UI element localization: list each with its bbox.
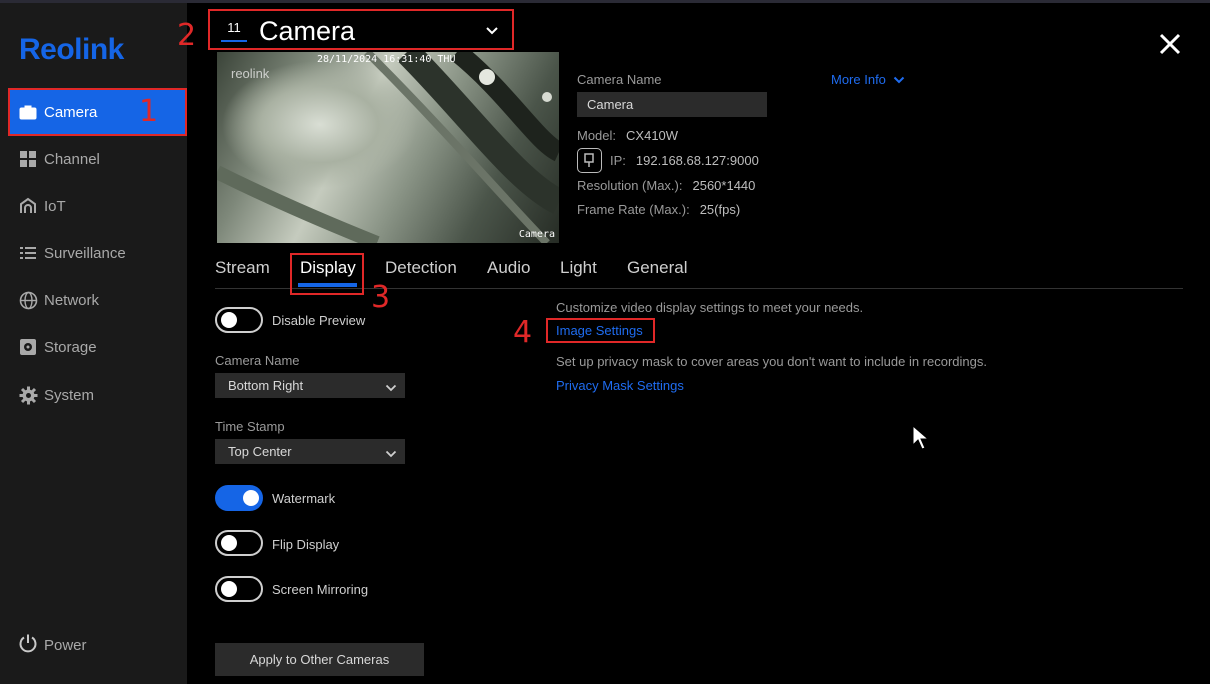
- preview-watermark: reolink: [231, 66, 270, 81]
- ip-row: IP: 192.168.68.127:9000: [610, 153, 759, 168]
- model-row: Model: CX410W: [577, 128, 678, 143]
- sidebar-item-system[interactable]: System: [10, 373, 186, 417]
- resolution-row: Resolution (Max.): 2560*1440: [577, 178, 755, 193]
- model-value: CX410W: [626, 128, 679, 143]
- camera-preview: 28/11/2024 16:31:40 THU reolink Camera: [217, 52, 559, 243]
- sidebar-item-storage[interactable]: Storage: [10, 325, 186, 369]
- storage-icon: [18, 337, 38, 357]
- close-button[interactable]: [1157, 31, 1183, 57]
- home-icon: [18, 196, 38, 216]
- disable-preview-label: Disable Preview: [272, 313, 366, 328]
- camera-name-label: Camera Name: [577, 72, 662, 87]
- select-value: Bottom Right: [228, 378, 304, 393]
- sidebar-item-label: System: [44, 386, 95, 404]
- toggle-knob: [243, 490, 259, 506]
- annotation-number-3: 3: [371, 280, 391, 315]
- resolution-value: 2560*1440: [692, 178, 756, 193]
- flip-display-label: Flip Display: [272, 537, 340, 552]
- toggle-knob: [221, 581, 237, 597]
- screen-mirroring-label: Screen Mirroring: [272, 582, 369, 597]
- power-label: Power: [44, 636, 87, 654]
- sidebar-item-channel[interactable]: Channel: [10, 137, 186, 181]
- model-label: Model:: [577, 128, 617, 143]
- tab-detection[interactable]: Detection: [385, 258, 457, 278]
- sidebar-item-label: IoT: [44, 197, 66, 215]
- sidebar-item-label: Channel: [44, 150, 100, 168]
- sidebar-item-label: Network: [44, 291, 100, 309]
- camera-name-position-select[interactable]: Bottom Right: [215, 373, 405, 398]
- ip-value: 192.168.68.127:9000: [635, 153, 759, 168]
- image-settings-description: Customize video display settings to meet…: [556, 300, 864, 315]
- annotation-number-2: 2: [177, 18, 197, 53]
- flip-display-toggle[interactable]: [215, 530, 263, 556]
- chevron-down-icon: [385, 446, 397, 461]
- power-button[interactable]: Power: [18, 633, 87, 657]
- privacy-mask-settings-link[interactable]: Privacy Mask Settings: [556, 378, 684, 393]
- sidebar-item-network[interactable]: Network: [10, 278, 186, 322]
- disable-preview-toggle[interactable]: [215, 307, 263, 333]
- tab-stream[interactable]: Stream: [215, 258, 270, 278]
- preview-timestamp: 28/11/2024 16:31:40 THU: [317, 54, 456, 65]
- globe-icon: [18, 290, 38, 310]
- annotation-box-4: [546, 318, 655, 343]
- chevron-down-icon: [893, 72, 905, 87]
- framerate-label: Frame Rate (Max.):: [577, 202, 690, 217]
- framerate-value: 25(fps): [699, 202, 741, 217]
- sidebar-item-surveillance[interactable]: Surveillance: [10, 231, 186, 275]
- select-value: Top Center: [228, 444, 292, 459]
- annotation-number-4: 4: [513, 315, 533, 350]
- tab-general[interactable]: General: [627, 258, 687, 278]
- tab-audio[interactable]: Audio: [487, 258, 530, 278]
- time-stamp-select[interactable]: Top Center: [215, 439, 405, 464]
- watermark-toggle[interactable]: [215, 485, 263, 511]
- annotation-box-2: [208, 9, 514, 50]
- tab-light[interactable]: Light: [560, 258, 597, 278]
- toggle-knob: [221, 312, 237, 328]
- camera-name-field[interactable]: Camera: [577, 92, 767, 117]
- apply-to-other-cameras-button[interactable]: Apply to Other Cameras: [215, 643, 424, 676]
- annotation-box-1: [8, 88, 187, 136]
- mouse-cursor-icon: [912, 424, 930, 456]
- ethernet-icon: [577, 148, 602, 173]
- more-info-link[interactable]: More Info: [831, 72, 905, 87]
- ip-label: IP:: [610, 153, 626, 168]
- sidebar-item-iot[interactable]: IoT: [10, 184, 186, 228]
- annotation-number-1: 1: [139, 94, 159, 129]
- time-stamp-label: Time Stamp: [215, 419, 285, 434]
- framerate-row: Frame Rate (Max.): 25(fps): [577, 202, 740, 217]
- gear-icon: [18, 385, 38, 405]
- list-icon: [18, 243, 38, 263]
- close-icon: [1159, 33, 1181, 55]
- power-icon: [18, 633, 38, 657]
- grid-icon: [18, 149, 38, 169]
- watermark-label: Watermark: [272, 491, 336, 506]
- toggle-knob: [221, 535, 237, 551]
- more-info-label: More Info: [831, 72, 886, 87]
- privacy-mask-description: Set up privacy mask to cover areas you d…: [556, 354, 987, 369]
- annotation-box-3: [290, 253, 364, 295]
- screen-mirroring-toggle[interactable]: [215, 576, 263, 602]
- preview-camera-name: Camera: [518, 229, 555, 240]
- sidebar-item-label: Surveillance: [44, 244, 126, 262]
- reolink-logo: Reolink: [19, 33, 124, 66]
- camera-name-position-label: Camera Name: [215, 353, 300, 368]
- sidebar-item-label: Storage: [44, 338, 97, 356]
- resolution-label: Resolution (Max.):: [577, 178, 683, 193]
- chevron-down-icon: [385, 380, 397, 395]
